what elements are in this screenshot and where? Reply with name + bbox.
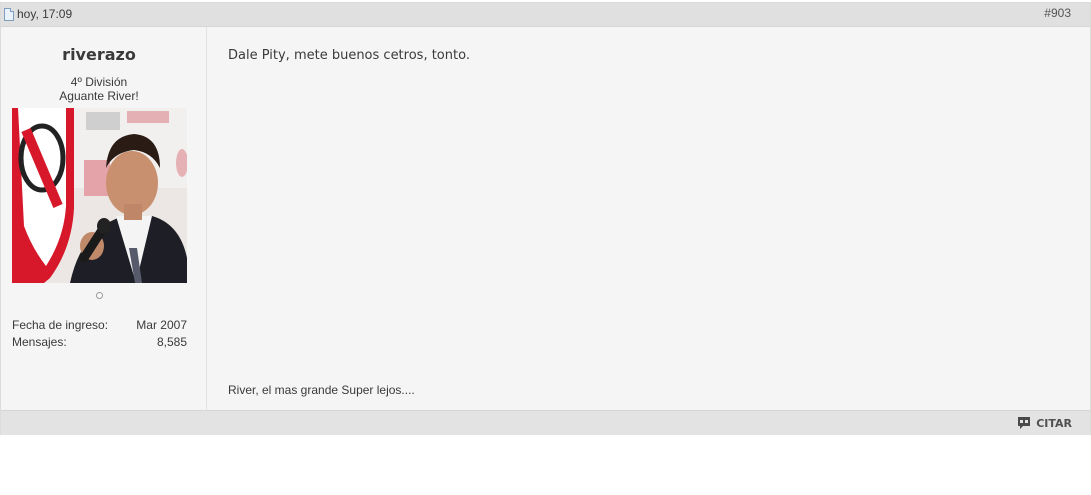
avatar-image [12, 108, 187, 283]
stat-posts: Mensajes: 8,585 [12, 335, 187, 349]
stat-join-date: Fecha de ingreso: Mar 2007 [12, 318, 187, 332]
quote-icon [1018, 417, 1031, 429]
post-document-icon [4, 8, 14, 21]
post-signature: River, el mas grande Super lejos.... [228, 383, 415, 397]
quote-button[interactable]: CITAR [1017, 416, 1072, 430]
post-message: Dale Pity, mete buenos cetros, tonto. [228, 48, 470, 63]
post-footer: CITAR [1, 410, 1090, 435]
user-info-panel: riverazo 4º División Aguante River! Fech… [1, 27, 207, 410]
forum-post: hoy, 17:09 #903 riverazo 4º División Agu… [0, 2, 1091, 435]
online-status-icon [96, 292, 103, 299]
post-header: hoy, 17:09 #903 [1, 3, 1090, 27]
user-title: 4º División Aguante River! [1, 75, 197, 103]
avatar[interactable] [12, 108, 187, 283]
user-custom-title: Aguante River! [59, 89, 139, 103]
post-date: hoy, 17:09 [17, 7, 73, 21]
user-rank: 4º División [70, 75, 128, 89]
user-stats: Fecha de ingreso: Mar 2007 Mensajes: 8,5… [12, 317, 187, 351]
post-number-link[interactable]: #903 [1044, 6, 1071, 20]
quote-label: CITAR [1036, 416, 1072, 430]
username-link[interactable]: riverazo [1, 45, 197, 64]
